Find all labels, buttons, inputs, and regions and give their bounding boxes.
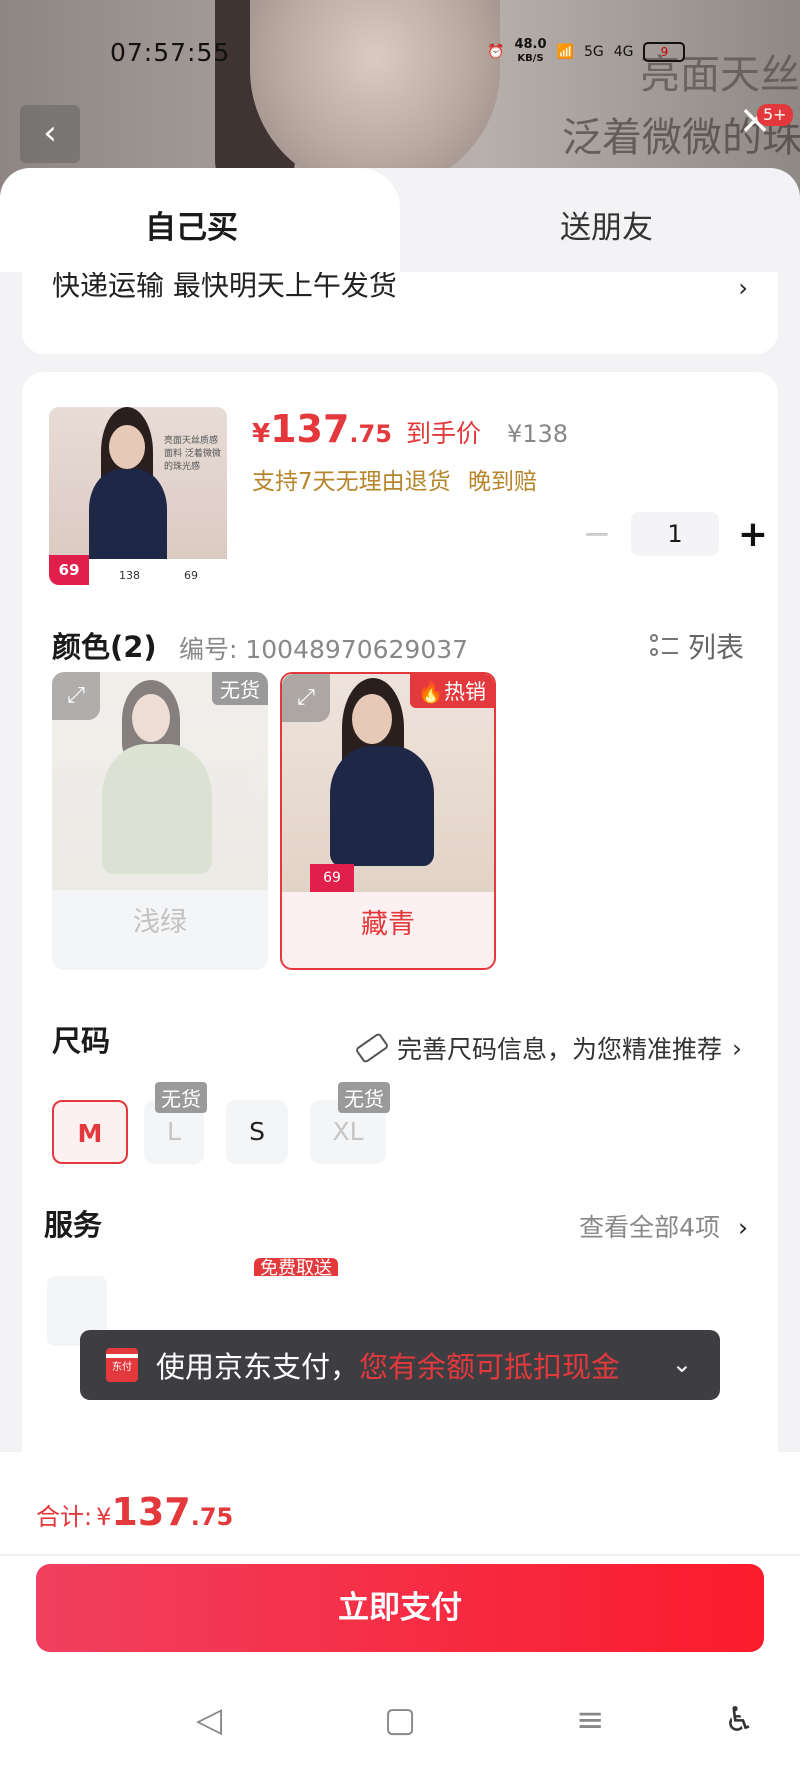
delivery-card[interactable]: 快递运输 最快明天上午发货 › bbox=[22, 272, 778, 354]
nav-back-icon[interactable]: ◁ bbox=[196, 1700, 222, 1740]
status-time: 07:57:55 bbox=[110, 38, 231, 67]
size-info-link[interactable]: 完善尺码信息，为您精准推荐 › bbox=[354, 1030, 742, 1066]
out-of-stock-tag: 无货 bbox=[338, 1082, 390, 1113]
total-integer: 137 bbox=[111, 1490, 191, 1534]
price-decimal: .75 bbox=[349, 420, 392, 448]
price-label: 到手价 bbox=[405, 419, 481, 448]
service-title: 服务 bbox=[44, 1208, 103, 1242]
original-price: ¥138 bbox=[506, 420, 569, 448]
color-title: 颜色(2) bbox=[52, 630, 157, 664]
color-option-navy[interactable]: 69 ⤢ 🔥热销 藏青 bbox=[280, 672, 496, 970]
thumb-model-face bbox=[109, 425, 145, 469]
thumb-price-tag: 69 bbox=[49, 555, 89, 585]
out-of-stock-tag: 无货 bbox=[212, 672, 268, 705]
navy-model-dress bbox=[330, 746, 434, 866]
nav-home-icon[interactable]: ▢ bbox=[384, 1700, 416, 1740]
price-row: ¥ 137 .75 到手价 ¥138 bbox=[252, 407, 568, 451]
tab-buy-for-self[interactable]: 自己买 bbox=[0, 168, 400, 272]
product-code: 编号: 10048970629037 bbox=[179, 635, 469, 664]
expand-icon[interactable]: ⤢ bbox=[52, 672, 100, 720]
chevron-right-icon: › bbox=[738, 1213, 748, 1242]
light-green-model-face bbox=[132, 694, 170, 742]
promo-late-comp: 晚到赔 bbox=[467, 469, 537, 495]
list-label: 列表 bbox=[687, 631, 744, 664]
quantity-stepper: − 1 + bbox=[577, 512, 773, 556]
promo-row: 支持7天无理由退货 晚到赔 bbox=[252, 462, 537, 496]
total-price: 合计: ¥ 137 .75 bbox=[36, 1490, 233, 1534]
expand-icon[interactable]: ⤢ bbox=[282, 674, 330, 722]
light-green-dress bbox=[102, 744, 212, 874]
jd-pay-banner[interactable]: 东付 使用京东支付， 您有余额可抵扣现金 ⌄ bbox=[80, 1330, 720, 1400]
increase-button[interactable]: + bbox=[733, 514, 773, 555]
product-thumbnail[interactable]: 亮面天丝质感面料 泛着微微的珠光感 69 138 69 bbox=[49, 407, 227, 585]
total-decimal: .75 bbox=[190, 1503, 234, 1531]
color-label-navy: 藏青 bbox=[361, 909, 415, 940]
status-icons: ⏰ 48.0 KB/S 📶 5G 4G 9 bbox=[487, 38, 686, 65]
size-option-m[interactable]: M bbox=[52, 1100, 128, 1164]
chevron-left-icon: ‹ bbox=[43, 113, 57, 153]
checkout-footer: 合计: ¥ 137 .75 立即支付 ◁ ▢ ≡ ♿ bbox=[0, 1452, 800, 1777]
status-bar: 07:57:55 ⏰ 48.0 KB/S 📶 5G 4G 9 bbox=[0, 32, 800, 72]
price-symbol: ¥ bbox=[252, 419, 271, 449]
signal-4g: 4G bbox=[613, 43, 634, 60]
signal-5g: 5G bbox=[583, 43, 604, 60]
list-view-toggle[interactable]: 列表 bbox=[649, 626, 744, 666]
decrease-button[interactable]: − bbox=[577, 514, 617, 554]
tab-send-friend[interactable]: 送朋友 bbox=[560, 202, 653, 247]
service-view-all-label: 查看全部4项 bbox=[579, 1213, 721, 1242]
list-icon bbox=[649, 633, 678, 659]
total-symbol: ¥ bbox=[96, 1503, 112, 1531]
tab-self-label: 自己买 bbox=[145, 210, 238, 246]
quantity-input[interactable]: 1 bbox=[631, 512, 719, 556]
total-label: 合计: bbox=[36, 1503, 93, 1531]
thumb-price-2: 138 bbox=[119, 569, 140, 582]
chevron-right-icon: › bbox=[738, 274, 748, 302]
free-pickup-tag: 免费取送 bbox=[254, 1258, 338, 1276]
size-option-s[interactable]: S bbox=[226, 1100, 288, 1164]
system-nav-bar: ◁ ▢ ≡ ♿ bbox=[0, 1692, 800, 1752]
navy-price-tag: 69 bbox=[310, 864, 354, 892]
price-integer: 137 bbox=[270, 407, 350, 451]
chevron-right-icon: › bbox=[732, 1033, 742, 1063]
navy-model-face bbox=[352, 694, 392, 744]
color-option-light-green[interactable]: ⤢ 无货 浅绿 bbox=[52, 672, 268, 970]
accessibility-icon[interactable]: ♿ bbox=[724, 1700, 754, 1740]
jd-pay-icon: 东付 bbox=[106, 1348, 138, 1382]
jd-pay-text: 使用京东支付， bbox=[156, 1350, 360, 1384]
thumb-caption: 亮面天丝质感面料 泛着微微的珠光感 bbox=[164, 436, 221, 472]
out-of-stock-tag: 无货 bbox=[155, 1082, 207, 1113]
ruler-icon bbox=[354, 1032, 390, 1064]
battery-icon: 9 bbox=[643, 41, 686, 62]
hot-sale-tag: 🔥热销 bbox=[409, 674, 494, 708]
net-speed-value: 48.0 bbox=[514, 37, 547, 52]
service-view-all[interactable]: 查看全部4项 › bbox=[579, 1208, 748, 1244]
nav-menu-icon[interactable]: ≡ bbox=[576, 1700, 605, 1740]
back-button[interactable]: ‹ bbox=[20, 105, 80, 163]
thumb-price-3: 69 bbox=[184, 569, 198, 582]
thumb-model-dress bbox=[89, 469, 167, 569]
hot-sale-label: 热销 bbox=[444, 680, 486, 704]
color-label-light-green: 浅绿 bbox=[133, 907, 187, 938]
divider bbox=[0, 1554, 800, 1556]
fire-icon: 🔥 bbox=[417, 680, 444, 704]
wifi-icon: 📶 bbox=[556, 43, 574, 60]
delivery-text: 快递运输 最快明天上午发货 bbox=[52, 272, 397, 302]
promo-return: 支持7天无理由退货 bbox=[252, 469, 451, 495]
net-speed: 48.0 KB/S bbox=[514, 38, 546, 65]
pay-now-button[interactable]: 立即支付 bbox=[36, 1564, 764, 1652]
size-hint-text: 完善尺码信息，为您精准推荐 bbox=[396, 1035, 722, 1064]
chevron-down-icon: ⌄ bbox=[671, 1350, 692, 1378]
alarm-icon: ⏰ bbox=[487, 43, 505, 60]
jd-pay-highlight: 您有余额可抵扣现金 bbox=[359, 1350, 621, 1384]
net-speed-unit: KB/S bbox=[517, 53, 544, 64]
size-title: 尺码 bbox=[52, 1024, 111, 1058]
notification-badge: 5+ bbox=[757, 104, 793, 126]
